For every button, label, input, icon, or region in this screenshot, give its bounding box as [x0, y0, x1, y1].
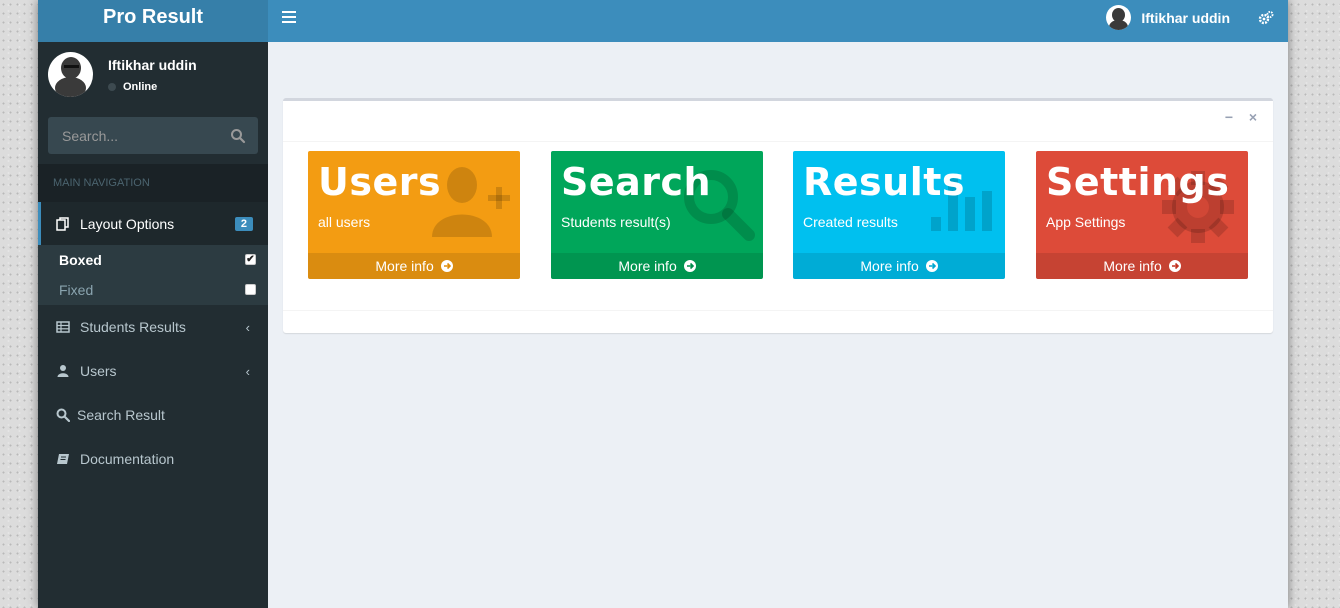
avatar	[48, 52, 93, 97]
user-status: Online	[108, 81, 157, 93]
tile-subtitle: all users	[318, 214, 371, 230]
navbar-user-name: Iftikhar uddin	[1141, 9, 1230, 26]
sidebar-item-users[interactable]: Users ‹	[38, 349, 268, 393]
minimize-button[interactable]: −	[1225, 109, 1233, 125]
navbar-user-menu[interactable]: Iftikhar uddin	[1106, 5, 1230, 30]
box-footer	[283, 310, 1273, 311]
dashboard-box: − × Users all users More info Search Stu…	[283, 98, 1273, 333]
sidebar-item-label: Students Results	[80, 319, 186, 335]
sidebar-item-documentation[interactable]: Documentation	[38, 437, 268, 481]
more-info-link[interactable]: More info	[551, 253, 763, 279]
sidebar-item-students-results[interactable]: Students Results ‹	[38, 305, 268, 349]
sidebar-item-label: Documentation	[80, 451, 175, 467]
count-badge: 2	[234, 217, 253, 231]
app-wrapper: Pro Result Iftikhar uddin Iftikhar uddin…	[38, 0, 1288, 608]
arrow-circle-right-icon	[1168, 260, 1181, 272]
boxed-checkbox[interactable]: ✔	[245, 254, 256, 265]
tile-subtitle: App Settings	[1046, 214, 1126, 230]
sidebar-item-label: Users	[80, 363, 117, 379]
tile-title: Users	[318, 160, 442, 204]
status-label: Online	[123, 81, 158, 93]
sidebar-subitem-boxed[interactable]: Boxed ✔	[38, 245, 268, 275]
tile-subtitle: Created results	[803, 214, 898, 230]
more-info-link[interactable]: More info	[793, 253, 1005, 279]
search-icon	[56, 408, 71, 423]
sidebar-item-search-result[interactable]: Search Result	[38, 393, 268, 437]
more-info-label: More info	[618, 258, 677, 274]
top-navbar: Iftikhar uddin	[268, 0, 1288, 42]
more-info-label: More info	[860, 258, 919, 274]
close-button[interactable]: ×	[1249, 109, 1257, 125]
sidebar-subitem-label: Boxed	[59, 252, 102, 268]
more-info-link[interactable]: More info	[1036, 253, 1248, 279]
sidebar-subitem-label: Fixed	[59, 282, 94, 298]
tile-title: Search	[561, 160, 712, 204]
chevron-left-icon: ‹	[245, 319, 250, 335]
app-logo[interactable]: Pro Result	[38, 0, 268, 42]
settings-tile: Settings App Settings More info	[1036, 151, 1248, 279]
sidebar-search	[48, 117, 258, 154]
box-header: − ×	[283, 101, 1273, 142]
user-icon	[56, 364, 70, 378]
arrow-circle-right-icon	[683, 260, 696, 272]
sidebar-item-layout-options[interactable]: Layout Options 2	[38, 202, 268, 246]
status-dot-icon	[108, 83, 116, 91]
table-icon	[56, 320, 70, 334]
more-info-label: More info	[1103, 258, 1162, 274]
menu-toggle-icon[interactable]	[282, 11, 296, 25]
gears-icon[interactable]	[1258, 10, 1274, 31]
sidebar: Iftikhar uddin Online MAIN NAVIGATION	[38, 42, 268, 608]
search-tile: Search Students result(s) More info	[551, 151, 763, 279]
sidebar-item-label: Search Result	[77, 407, 165, 423]
tile-title: Settings	[1046, 160, 1230, 204]
tile-subtitle: Students result(s)	[561, 214, 671, 230]
users-tile: Users all users More info	[308, 151, 520, 279]
sidebar-user-name: Iftikhar uddin	[108, 57, 197, 73]
arrow-circle-right-icon	[440, 260, 453, 272]
search-input[interactable]	[48, 117, 232, 154]
layout-options-submenu: Boxed ✔ Fixed	[38, 245, 268, 305]
sidebar-subitem-fixed[interactable]: Fixed	[38, 275, 268, 305]
tile-title: Results	[803, 160, 966, 204]
results-tile: Results Created results More info	[793, 151, 1005, 279]
search-icon[interactable]	[230, 128, 246, 144]
files-icon	[56, 217, 70, 231]
book-icon	[56, 452, 70, 466]
fixed-checkbox[interactable]	[245, 284, 256, 295]
user-panel: Iftikhar uddin Online	[48, 52, 258, 98]
sidebar-item-label: Layout Options	[80, 216, 175, 232]
more-info-label: More info	[375, 258, 434, 274]
arrow-circle-right-icon	[925, 260, 938, 272]
main-navigation-header: MAIN NAVIGATION	[38, 164, 268, 202]
chevron-left-icon: ‹	[245, 363, 250, 379]
more-info-link[interactable]: More info	[308, 253, 520, 279]
avatar	[1106, 5, 1132, 30]
